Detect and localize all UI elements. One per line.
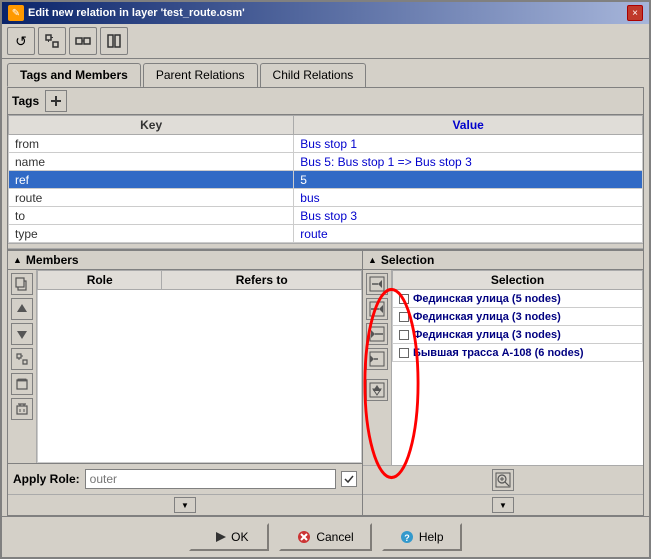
main-window: ✎ Edit new relation in layer 'test_route…	[0, 0, 651, 559]
members-left-toolbar	[8, 270, 37, 463]
bottom-section: ▲ Members	[8, 249, 643, 515]
toolbar-refresh-button[interactable]: ↺	[7, 27, 35, 55]
tags-table: Key Value fromBus stop 1nameBus 5: Bus s…	[8, 115, 643, 243]
members-table: Role Refers to	[37, 270, 362, 463]
tags-section: Tags Key Value fromBus stop 1nameBus 5:	[8, 88, 643, 249]
window-title: Edit new relation in layer 'test_route.o…	[28, 7, 245, 19]
help-label: Help	[419, 530, 444, 544]
tags-toolbar: Tags	[8, 88, 643, 115]
add-tag-button[interactable]	[45, 90, 67, 112]
tag-value: Bus 5: Bus stop 1 => Bus stop 3	[294, 153, 643, 171]
tags-value-header: Value	[294, 116, 643, 135]
members-copy-button[interactable]	[11, 273, 33, 295]
selection-header: ▲ Selection	[363, 251, 643, 270]
apply-role-checkbox[interactable]	[341, 471, 357, 487]
sort-button[interactable]	[366, 379, 388, 401]
members-select-button[interactable]	[11, 348, 33, 370]
tag-value: route	[294, 225, 643, 243]
remove-from-members-button[interactable]	[366, 323, 388, 345]
members-scroll-bottom: ▼	[8, 494, 362, 515]
bottom-buttons: OK Cancel ? Help	[2, 516, 649, 557]
ok-button[interactable]: OK	[189, 523, 269, 551]
selection-col-header: Selection	[393, 271, 643, 290]
members-move-up-button[interactable]	[11, 298, 33, 320]
tags-label: Tags	[12, 94, 39, 108]
selection-zoom-button[interactable]	[492, 469, 514, 491]
selection-panel: ▲ Selection	[363, 251, 643, 515]
toolbar-node-button[interactable]	[69, 27, 97, 55]
members-role-header: Role	[38, 271, 162, 290]
main-content: Tags Key Value fromBus stop 1nameBus 5:	[7, 87, 644, 516]
tab-parent-relations[interactable]: Parent Relations	[143, 63, 258, 87]
selection-item: Фединская улица (3 nodes)	[393, 326, 643, 344]
members-scroll-down[interactable]: ▼	[174, 497, 196, 513]
tag-value: bus	[294, 189, 643, 207]
toolbar-select-button[interactable]	[38, 27, 66, 55]
toolbar-way-button[interactable]	[100, 27, 128, 55]
selection-up-arrow-icon: ▲	[368, 255, 377, 265]
tags-row[interactable]: typeroute	[9, 225, 643, 243]
tags-row[interactable]: nameBus 5: Bus stop 1 => Bus stop 3	[9, 153, 643, 171]
tag-value: 5	[294, 171, 643, 189]
selection-item: Фединская улица (3 nodes)	[393, 308, 643, 326]
tag-key: to	[9, 207, 294, 225]
selection-row[interactable]: Фединская улица (3 nodes)	[393, 308, 643, 326]
members-delete-button[interactable]	[11, 398, 33, 420]
tags-key-header: Key	[9, 116, 294, 135]
members-content: Role Refers to	[8, 270, 362, 463]
selection-scroll-bottom: ▼	[363, 494, 643, 515]
add-all-to-members-button[interactable]	[366, 273, 388, 295]
members-header: ▲ Members	[8, 251, 362, 270]
selection-item: Фединская улица (5 nodes)	[393, 290, 643, 308]
selection-bottom-toolbar	[363, 465, 643, 494]
members-panel: ▲ Members	[8, 251, 363, 515]
cancel-button[interactable]: Cancel	[279, 523, 371, 551]
tab-child-relations[interactable]: Child Relations	[260, 63, 367, 87]
tag-key: ref	[9, 171, 294, 189]
members-paste-button[interactable]	[11, 373, 33, 395]
apply-role-input[interactable]	[85, 469, 336, 489]
tag-value: Bus stop 1	[294, 135, 643, 153]
tag-key: route	[9, 189, 294, 207]
remove-all-from-members-button[interactable]	[366, 348, 388, 370]
selection-label: Selection	[381, 253, 434, 267]
selection-table-area: Selection Фединская улица (5 nodes)Федин…	[392, 270, 643, 465]
selection-scroll-down[interactable]: ▼	[492, 497, 514, 513]
members-up-arrow: ▲	[13, 255, 22, 265]
members-empty-row	[38, 290, 362, 463]
selection-toolbar	[363, 270, 392, 465]
toolbar: ↺	[2, 24, 649, 59]
tabs-area: Tags and Members Parent Relations Child …	[2, 59, 649, 87]
title-bar: ✎ Edit new relation in layer 'test_route…	[2, 2, 649, 24]
tag-value: Bus stop 3	[294, 207, 643, 225]
tags-row[interactable]: routebus	[9, 189, 643, 207]
selection-row[interactable]: Фединская улица (3 nodes)	[393, 326, 643, 344]
selection-table: Selection Фединская улица (5 nodes)Федин…	[392, 270, 643, 362]
app-icon: ✎	[8, 5, 24, 21]
selection-row[interactable]: Бывшая трасса А-108 (6 nodes)	[393, 344, 643, 362]
tags-row[interactable]: fromBus stop 1	[9, 135, 643, 153]
add-to-members-button[interactable]	[366, 298, 388, 320]
members-move-down-button[interactable]	[11, 323, 33, 345]
tag-key: from	[9, 135, 294, 153]
apply-role-label: Apply Role:	[13, 472, 80, 486]
title-bar-left: ✎ Edit new relation in layer 'test_route…	[8, 5, 245, 21]
selection-row[interactable]: Фединская улица (5 nodes)	[393, 290, 643, 308]
tags-row[interactable]: ref5	[9, 171, 643, 189]
cancel-label: Cancel	[316, 530, 353, 544]
help-button[interactable]: ? Help	[382, 523, 462, 551]
selection-content: Selection Фединская улица (5 nodes)Федин…	[363, 270, 643, 465]
tab-tags-members[interactable]: Tags and Members	[7, 63, 141, 87]
tag-key: name	[9, 153, 294, 171]
tags-row[interactable]: toBus stop 3	[9, 207, 643, 225]
ok-label: OK	[231, 530, 248, 544]
svg-text:?: ?	[404, 533, 410, 543]
members-refers-header: Refers to	[162, 271, 362, 290]
members-label: Members	[26, 253, 79, 267]
apply-role-row: Apply Role:	[8, 463, 362, 494]
tag-key: type	[9, 225, 294, 243]
members-table-area: Role Refers to	[37, 270, 362, 463]
selection-item: Бывшая трасса А-108 (6 nodes)	[393, 344, 643, 362]
close-button[interactable]: ×	[627, 5, 643, 21]
